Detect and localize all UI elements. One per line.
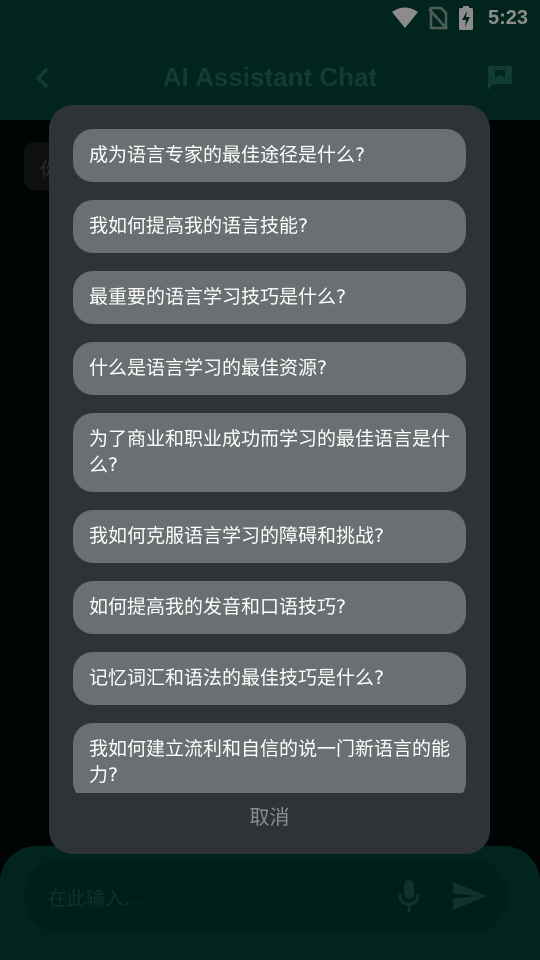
question-item[interactable]: 最重要的语言学习技巧是什么? xyxy=(73,271,466,324)
suggested-questions-dialog: 成为语言专家的最佳途径是什么? 我如何提高我的语言技能? 最重要的语言学习技巧是… xyxy=(49,105,490,854)
question-item[interactable]: 记忆词汇和语法的最佳技巧是什么? xyxy=(73,652,466,705)
question-item[interactable]: 什么是语言学习的最佳资源? xyxy=(73,342,466,395)
screen: 5:23 AI Assistant Chat 你 在此输入... xyxy=(0,0,540,960)
question-item[interactable]: 我如何克服语言学习的障碍和挑战? xyxy=(73,510,466,563)
question-item[interactable]: 成为语言专家的最佳途径是什么? xyxy=(73,129,466,182)
question-item[interactable]: 为了商业和职业成功而学习的最佳语言是什么? xyxy=(73,413,466,492)
cancel-button[interactable]: 取消 xyxy=(49,802,490,832)
question-item[interactable]: 我如何提高我的语言技能? xyxy=(73,200,466,253)
question-item[interactable]: 如何提高我的发音和口语技巧? xyxy=(73,581,466,634)
question-list[interactable]: 成为语言专家的最佳途径是什么? 我如何提高我的语言技能? 最重要的语言学习技巧是… xyxy=(73,129,466,793)
question-item[interactable]: 我如何建立流利和自信的说一门新语言的能力? xyxy=(73,723,466,793)
